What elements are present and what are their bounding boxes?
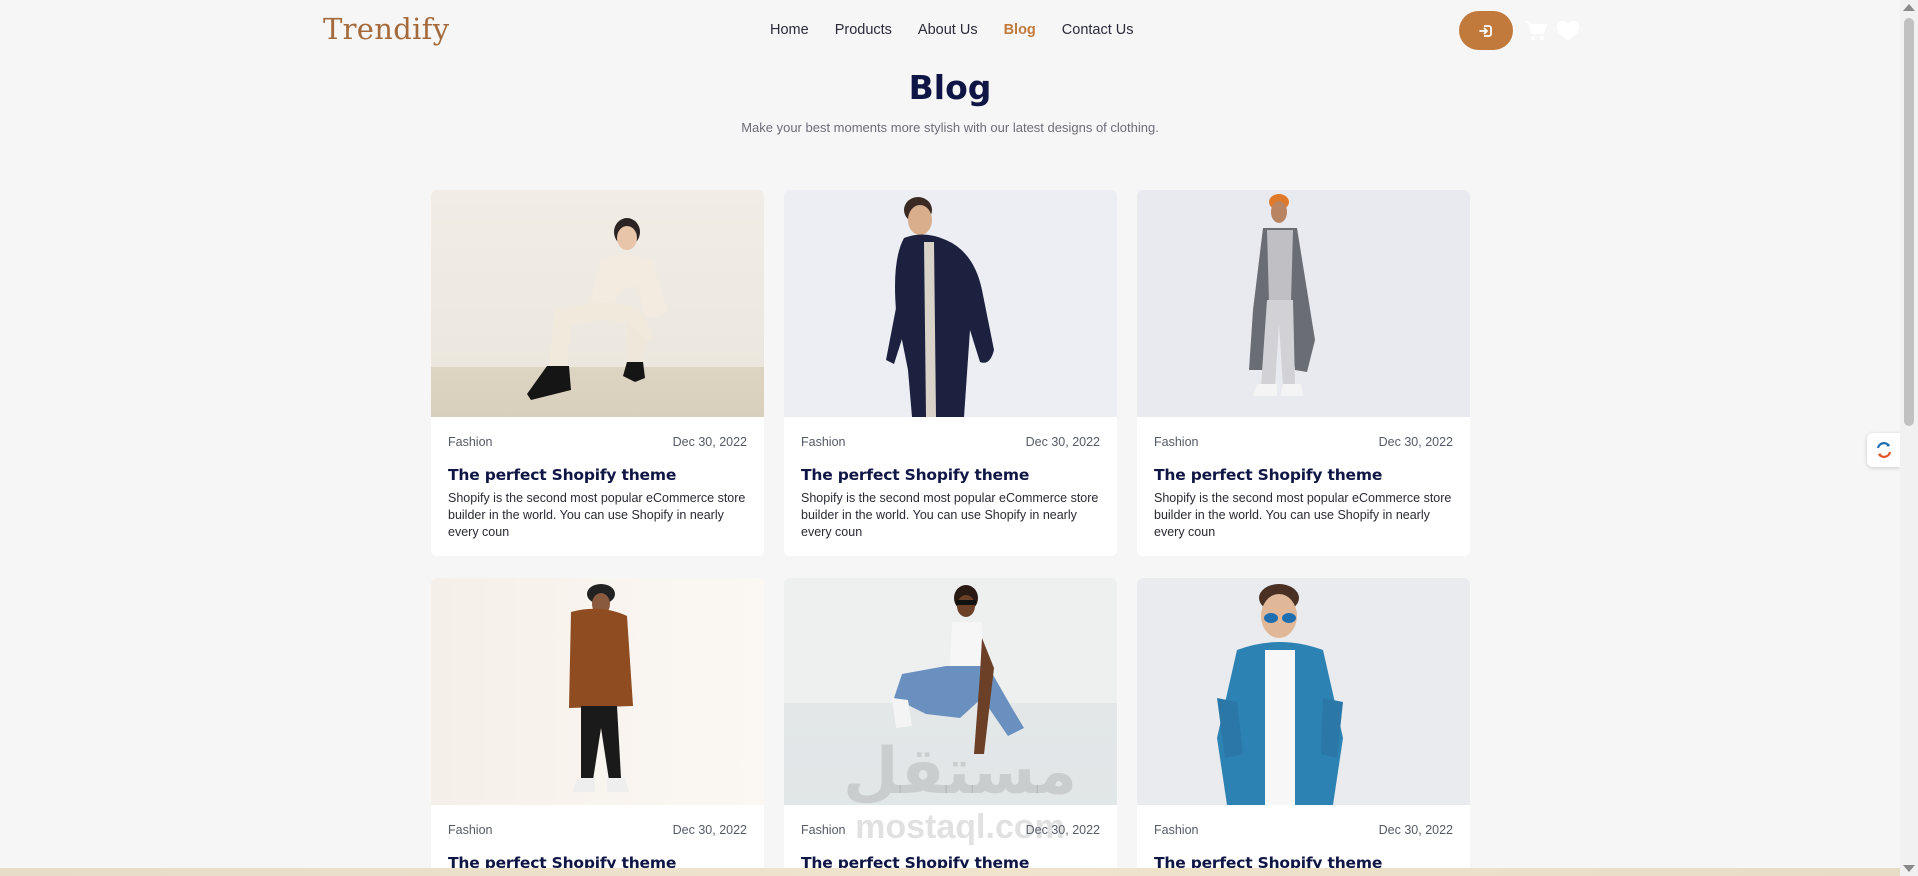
model-photo (1217, 584, 1343, 805)
blog-excerpt: Shopify is the second most popular eComm… (1154, 491, 1452, 539)
login-button[interactable] (1459, 11, 1513, 50)
blog-category[interactable]: Fashion (448, 823, 492, 837)
blog-card[interactable]: Fashion Dec 30, 2022 The perfect Shopify… (431, 190, 764, 556)
refresh-icon (1876, 442, 1891, 458)
blog-card-meta: Fashion Dec 30, 2022 (431, 823, 764, 837)
model-photo (1249, 194, 1315, 396)
blog-category[interactable]: Fashion (1154, 435, 1198, 449)
blog-category[interactable]: Fashion (1154, 823, 1198, 837)
blog-card[interactable]: Fashion Dec 30, 2022 The perfect Shopify… (1137, 190, 1470, 556)
model-photo (527, 218, 667, 400)
heart-icon[interactable] (1556, 21, 1580, 42)
blog-card-meta: Fashion Dec 30, 2022 (1137, 435, 1470, 449)
blog-excerpt: Shopify is the second most popular eComm… (801, 491, 1099, 539)
scrollbar-thumb[interactable] (1904, 18, 1914, 426)
blog-title[interactable]: The perfect Shopify theme (431, 466, 764, 484)
blog-card-image[interactable] (1137, 578, 1470, 805)
blog-card[interactable]: Fashion Dec 30, 2022 The perfect Shopify… (1137, 578, 1470, 876)
nav-home[interactable]: Home (770, 22, 809, 38)
blog-title[interactable]: The perfect Shopify theme (784, 466, 1117, 484)
model-photo (569, 584, 633, 792)
blog-date: Dec 30, 2022 (1025, 435, 1100, 449)
blog-card-image[interactable] (1137, 190, 1470, 417)
page-subtitle: Make your best moments more stylish with… (741, 120, 1159, 135)
nav-contact-us[interactable]: Contact Us (1062, 22, 1134, 38)
site-header: Trendify Home Products About Us Blog Con… (0, 0, 1900, 62)
blog-date: Dec 30, 2022 (1378, 435, 1453, 449)
nav-about-us[interactable]: About Us (918, 22, 978, 38)
blog-card-meta: Fashion Dec 30, 2022 (784, 435, 1117, 449)
cart-icon[interactable] (1524, 20, 1548, 42)
nav-blog[interactable]: Blog (1004, 22, 1036, 38)
page-title: Blog (908, 68, 992, 107)
nav-products[interactable]: Products (835, 22, 892, 38)
blog-date: Dec 30, 2022 (672, 823, 747, 837)
blog-card-image[interactable] (431, 578, 764, 805)
scroll-up-arrow-icon[interactable] (1903, 4, 1915, 11)
blog-card[interactable]: Fashion Dec 30, 2022 The perfect Shopify… (431, 578, 764, 876)
blog-category[interactable]: Fashion (801, 435, 845, 449)
blog-card-image[interactable] (784, 190, 1117, 417)
blog-category[interactable]: Fashion (448, 435, 492, 449)
site-logo[interactable]: Trendify (323, 12, 449, 46)
blog-card-meta: Fashion Dec 30, 2022 (431, 435, 764, 449)
blog-date: Dec 30, 2022 (672, 435, 747, 449)
model-photo (886, 197, 994, 417)
scrollbar[interactable] (1900, 0, 1918, 876)
blog-card[interactable]: Fashion Dec 30, 2022 The perfect Shopify… (784, 190, 1117, 556)
blog-title[interactable]: The perfect Shopify theme (1137, 466, 1470, 484)
scroll-down-arrow-icon[interactable] (1903, 865, 1915, 872)
watermark-arabic: مستقل (842, 735, 1078, 809)
blog-date: Dec 30, 2022 (1378, 823, 1453, 837)
blog-card-image[interactable] (431, 190, 764, 417)
main-nav: Home Products About Us Blog Contact Us (770, 22, 1134, 38)
side-widget-button[interactable] (1867, 433, 1900, 467)
blog-card-meta: Fashion Dec 30, 2022 (1137, 823, 1470, 837)
blog-excerpt: Shopify is the second most popular eComm… (448, 491, 746, 539)
watermark-latin: mostaql.com (855, 808, 1065, 846)
bottom-strip (0, 868, 1900, 876)
watermark: مستقل mostaql.com (830, 740, 1090, 844)
login-icon (1479, 24, 1492, 37)
